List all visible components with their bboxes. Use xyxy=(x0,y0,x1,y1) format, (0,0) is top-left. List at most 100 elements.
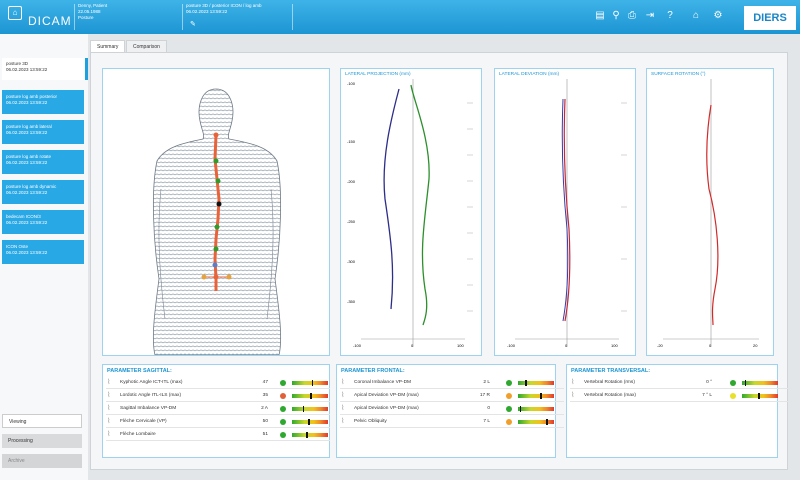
scan-item[interactable]: bedecam ICON/3 06.02.2023 13:59:22 xyxy=(2,210,84,234)
spine-icon: ⌇ xyxy=(107,392,111,399)
tab-summary[interactable]: Summary xyxy=(90,40,126,52)
param-label: Apical Deviation VP-DM (max) xyxy=(354,406,419,411)
status-dot xyxy=(280,406,286,412)
range-bar xyxy=(292,393,328,399)
range-bar xyxy=(742,380,778,386)
svg-text:-250: -250 xyxy=(347,219,356,224)
param-value: 50 xyxy=(262,419,268,424)
status-dot xyxy=(730,393,736,399)
range-bar xyxy=(292,432,328,438)
chart-title: SURFACE ROTATION (°) xyxy=(651,72,706,77)
param-label: Vertebral Rotation (max) xyxy=(584,393,636,398)
status-dot xyxy=(280,380,286,386)
home-icon[interactable]: ⌂ xyxy=(690,10,702,22)
svg-text:-100: -100 xyxy=(507,343,516,348)
back-surface-model xyxy=(152,88,282,356)
svg-text:-100: -100 xyxy=(353,343,362,348)
param-value: 7 ° L xyxy=(702,393,712,398)
range-marker xyxy=(546,419,548,425)
diers-logo: DIERS xyxy=(744,6,796,30)
projection-curve-left xyxy=(383,88,400,310)
torso-icon: ⌇ xyxy=(341,392,345,399)
scan-item[interactable]: ICON Oste 06.02.2023 13:59:22 xyxy=(2,240,84,264)
parameter-row[interactable]: ⌇ Flèche Cervicale (VP) 50 xyxy=(106,416,330,428)
parameter-row[interactable]: ⌇ Apical Deviation VP-DM (max) 0 xyxy=(340,403,564,415)
chart-lateral-projection[interactable]: LATERAL PROJECTION (mm) -100 0 100 -100 -15… xyxy=(340,68,482,356)
parameter-row[interactable]: ⌇ Vertebral Rotation (rms) 0 ° xyxy=(570,377,794,389)
back-surface-3d-view[interactable] xyxy=(102,68,330,356)
svg-text:100: 100 xyxy=(611,343,618,348)
status-dot xyxy=(506,406,512,412)
print-icon[interactable]: ⎙ xyxy=(626,10,638,22)
mode-viewing[interactable]: Viewing xyxy=(2,414,82,428)
spine-icon: ⌇ xyxy=(107,379,111,386)
svg-text:100: 100 xyxy=(457,343,464,348)
param-value: 2 A xyxy=(261,406,268,411)
patient-info[interactable]: Denny, Patient 22.05.1988 Posture xyxy=(78,3,107,21)
param-label: Pelvic Obliquity xyxy=(354,419,387,424)
media-icon[interactable]: ▤ xyxy=(594,10,606,22)
param-title: PARAMETER FRONTAL: xyxy=(341,368,405,374)
scan-item[interactable]: posture log amb rotate 06.02.2023 13:59:2… xyxy=(2,150,84,174)
param-label: Apical Deviation VP-DM (max) xyxy=(354,393,419,398)
svg-text:-350: -350 xyxy=(347,299,356,304)
parameter-row[interactable]: ⌇ Pelvic Obliquity 7 L xyxy=(340,416,564,428)
torso-icon: ⌇ xyxy=(341,379,345,386)
range-bar xyxy=(518,393,554,399)
parameter-frontal-panel: PARAMETER FRONTAL: ⌇ Coronal Imbalance VP… xyxy=(336,364,564,458)
range-bar xyxy=(518,419,554,425)
parameter-row[interactable]: ⌇ Apical Deviation VP-DM (max) 17 R xyxy=(340,390,564,402)
range-marker xyxy=(306,432,308,438)
app-title: DICAM xyxy=(28,14,72,28)
svg-text:-150: -150 xyxy=(347,139,356,144)
parameter-row[interactable]: ⌇ Kyphotic Angle ICT-ITL (max) 47 xyxy=(106,377,330,389)
mode-processing[interactable]: Processing xyxy=(2,434,82,448)
parameter-row[interactable]: ⌇ Flèche Lombaire 51 xyxy=(106,429,330,441)
param-value: 7 L xyxy=(483,419,490,424)
parameter-row[interactable]: ⌇ Sagittal Imbalance VP-DM 2 A xyxy=(106,403,330,415)
logout-icon[interactable]: ⇥ xyxy=(644,10,656,22)
tab-comparison[interactable]: Comparison xyxy=(126,40,167,52)
edit-icon[interactable]: ✎ xyxy=(190,20,196,28)
settings-icon[interactable]: ⚙ xyxy=(712,10,724,22)
vertebra-marker xyxy=(213,158,219,164)
param-value: 35 xyxy=(262,393,268,398)
exam-info[interactable]: posture 3D / posterior ICON / log amb 06… xyxy=(186,3,262,15)
scan-item[interactable]: posture log amb lateral 06.02.2023 13:59:… xyxy=(2,120,84,144)
parameter-row[interactable]: ⌇ Vertebral Rotation (max) 7 ° L xyxy=(570,390,794,402)
svg-text:20: 20 xyxy=(753,343,758,348)
range-bar xyxy=(292,380,328,386)
param-value: 0 xyxy=(487,406,490,411)
svg-text:-200: -200 xyxy=(347,179,356,184)
parameter-transversal-panel: PARAMETER TRANSVERSAL: ⌇ Vertebral Rotati… xyxy=(566,364,794,458)
help-icon[interactable]: ? xyxy=(664,10,676,22)
rotation-icon: ⌇ xyxy=(571,379,575,386)
status-dot xyxy=(280,419,286,425)
search-icon[interactable]: ⚲ xyxy=(610,10,622,22)
mode-archive[interactable]: Archive xyxy=(2,454,82,468)
parameter-row[interactable]: ⌇ Lordotic Angle ITL-ILS (max) 35 xyxy=(106,390,330,402)
exam-date: 06.02.2023 13:59:22 xyxy=(186,9,228,14)
scan-item[interactable]: posture log amb posterior 06.02.2023 13:5… xyxy=(2,90,84,114)
chart-surface-rotation[interactable]: SURFACE ROTATION (°) -20 0 20 xyxy=(646,68,774,356)
spine-icon: ⌇ xyxy=(107,405,111,412)
torso-icon: ⌇ xyxy=(341,418,345,425)
param-title: PARAMETER SAGITTAL: xyxy=(107,368,172,374)
range-marker xyxy=(302,406,305,412)
range-bar xyxy=(292,419,328,425)
range-bar xyxy=(518,406,554,412)
scan-item[interactable]: posture log amb dynamic 06.02.2023 13:59:… xyxy=(2,180,84,204)
status-dot xyxy=(730,380,736,386)
range-marker xyxy=(308,419,310,425)
chart-lateral-deviation[interactable]: LATERAL DEVIATION (mm) -100 0 100 xyxy=(494,68,636,356)
selected-scan[interactable]: posture 3D 06.02.2023 13:59:22 xyxy=(2,58,88,80)
param-label: Flèche Cervicale (VP) xyxy=(120,419,167,424)
patient-note: Posture xyxy=(78,15,94,20)
param-value: 47 xyxy=(262,380,268,385)
svg-text:-100: -100 xyxy=(347,81,356,86)
range-bar xyxy=(518,380,554,386)
parameter-row[interactable]: ⌇ Coronal Imbalance VP-DM 2 L xyxy=(340,377,564,389)
range-marker xyxy=(758,393,760,399)
range-marker xyxy=(540,393,542,399)
param-label: Flèche Lombaire xyxy=(120,432,156,437)
